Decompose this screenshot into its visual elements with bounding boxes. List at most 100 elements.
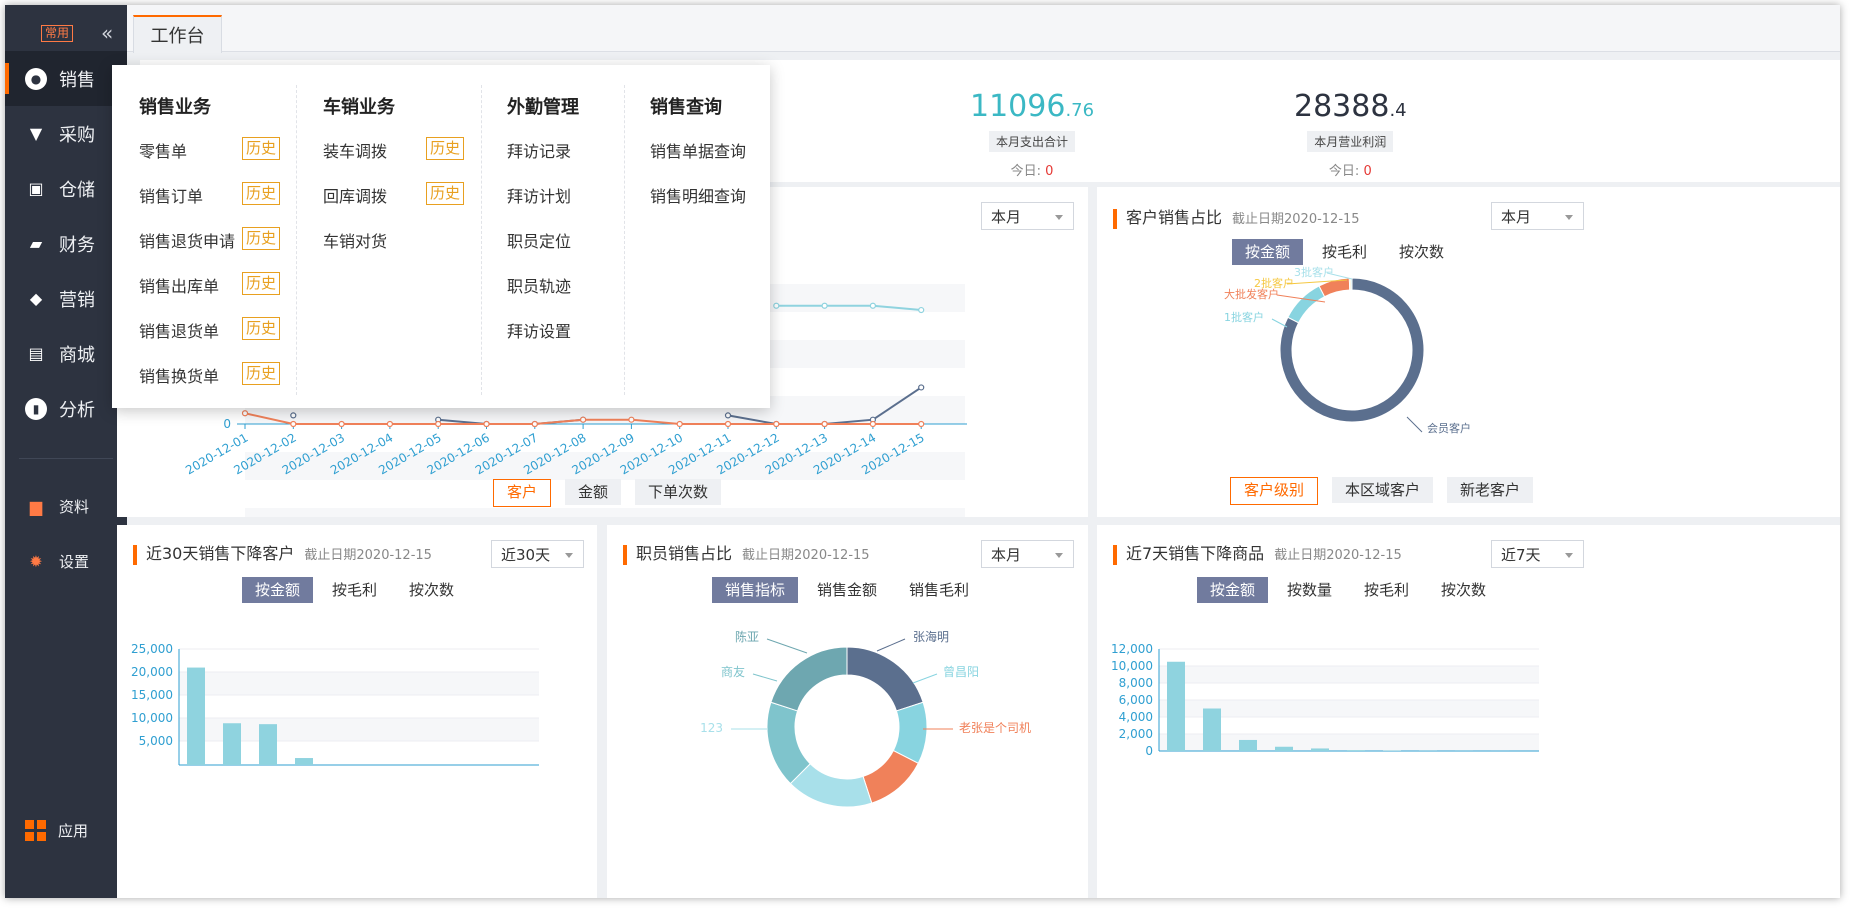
by-amount-button[interactable]: 按金额 <box>242 577 314 603</box>
sidebar-item-label: 仓储 <box>59 179 95 201</box>
history-button[interactable]: 历史 <box>242 227 281 250</box>
bar <box>1347 750 1365 751</box>
sidebar-item-finance[interactable]: ▰ 财务 <box>5 216 127 271</box>
tab-workbench[interactable]: 工作台 <box>133 15 222 53</box>
history-button[interactable]: 历史 <box>426 137 465 160</box>
menu-item-staff-track[interactable]: 职员轨迹 <box>507 273 571 297</box>
y-tick-label: 10,000 <box>1111 659 1153 673</box>
slice-label: 3批客户 <box>1294 265 1334 279</box>
metric-orders-button[interactable]: 下单次数 <box>635 479 722 505</box>
decline-goods-toggle: 按金额 按数量 按毛利 按次数 <box>1197 577 1500 603</box>
sidebar-item-label: 应用 <box>58 822 89 840</box>
menu-item-visit-records[interactable]: 拜访记录 <box>507 138 571 162</box>
menu-item-visit-settings[interactable]: 拜访设置 <box>507 318 571 342</box>
y-tick-label: 12,000 <box>1111 642 1153 656</box>
data-point <box>821 420 828 428</box>
data-point <box>241 410 249 417</box>
y-tick-label: 8,000 <box>1119 676 1153 690</box>
slice-label: 123 <box>700 721 723 735</box>
wallet-icon: ▰ <box>29 234 43 253</box>
sidebar-item-store[interactable]: ▤ 商城 <box>5 326 127 381</box>
menu-item-visit-plan[interactable]: 拜访计划 <box>507 183 571 207</box>
sidebar-item-warehouse[interactable]: ▣ 仓储 <box>5 161 127 216</box>
customer-group-toggle: 客户级别 本区域客户 新老客户 <box>1230 477 1534 505</box>
pie-slice <box>846 646 924 712</box>
data-point <box>290 420 297 428</box>
staff-share-chart: 陈亚 张海明商友 曾昌阳 123 老张是个司机 <box>700 629 1031 808</box>
favorites-tag[interactable]: 常用 <box>41 25 74 42</box>
menu-item-van-reconcile[interactable]: 车销对货 <box>323 228 387 252</box>
sales-icon: ● <box>25 67 47 90</box>
metric-amount-button[interactable]: 金额 <box>565 479 622 505</box>
label-leader <box>752 673 778 682</box>
by-amount-button[interactable]: 按金额 <box>1197 577 1269 603</box>
slice-label: 1批客户 <box>1224 310 1264 324</box>
data-point <box>435 420 442 428</box>
period-select[interactable]: 本月 <box>1491 202 1584 230</box>
decline-customers-toggle: 按金额 按毛利 按次数 <box>242 577 468 603</box>
customer-share-chart: 会员客户1批客户大批发客户2批客户3批客户 <box>1224 265 1471 435</box>
region-customer-button[interactable]: 本区域客户 <box>1332 477 1434 503</box>
declining-goods-card: 近7天销售下降商品 截止日期2020-12-15 近7天 按金额 按数量 按毛利 … <box>1097 525 1840 898</box>
menu-item-loading-transfer[interactable]: 装车调拨 <box>323 138 387 162</box>
pie-slice <box>1350 277 1353 291</box>
period-select[interactable]: 近30天 <box>491 540 584 568</box>
sidebar-item-label: 资料 <box>59 498 90 516</box>
history-button[interactable]: 历史 <box>242 317 281 340</box>
sidebar-item-label: 设置 <box>59 553 90 571</box>
new-old-customer-button[interactable]: 新老客户 <box>1447 477 1534 503</box>
menu-item-return-request[interactable]: 销售退货申请 <box>139 228 235 252</box>
history-button[interactable]: 历史 <box>242 182 281 205</box>
label-leader <box>766 638 808 654</box>
slice-label: 老张是个司机 <box>959 721 1031 735</box>
data-point <box>724 420 732 428</box>
stat-monthly-expense: 11096.76 本月支出合计 今日: 0 <box>970 90 1094 180</box>
by-count-button[interactable]: 按次数 <box>1428 577 1500 603</box>
data-point <box>918 306 925 314</box>
menu-item-detail-query[interactable]: 销售明细查询 <box>650 183 746 207</box>
menu-item-document-query[interactable]: 销售单据查询 <box>650 138 746 162</box>
y-tick-label: 25,000 <box>131 642 173 656</box>
sidebar-item-data[interactable]: ▆ 资料 <box>5 479 127 534</box>
period-select[interactable]: 本月 <box>981 540 1074 568</box>
menu-item-sales-order[interactable]: 销售订单 <box>139 183 203 207</box>
sidebar-item-marketing[interactable]: ◆ 营销 <box>5 271 127 326</box>
by-margin-button[interactable]: 按毛利 <box>1351 577 1423 603</box>
by-margin-button[interactable]: 按毛利 <box>319 577 391 603</box>
sidebar-item-settings[interactable]: ✹ 设置 <box>5 534 127 589</box>
menu-column-sales-query: 销售查询 销售单据查询 销售明细查询 <box>650 65 770 408</box>
data-point <box>628 416 635 423</box>
menu-item-retail-order[interactable]: 零售单 <box>139 138 187 162</box>
slice-label: 会员客户 <box>1427 421 1471 435</box>
metric-customer-button[interactable]: 客户 <box>493 479 552 507</box>
grid-band <box>179 672 539 695</box>
sales-margin-button[interactable]: 销售毛利 <box>896 577 983 603</box>
history-button[interactable]: 历史 <box>426 182 465 205</box>
collapse-icon[interactable]: « <box>101 21 113 45</box>
sidebar-item-analysis[interactable]: ▮ 分析 <box>5 381 127 436</box>
sidebar-item-purchase[interactable]: ▼ 采购 <box>5 106 127 161</box>
menu-item-exchange-order[interactable]: 销售换货单 <box>139 363 219 387</box>
sales-target-button[interactable]: 销售指标 <box>712 577 799 603</box>
menu-column-title: 外勤管理 <box>507 97 579 118</box>
history-button[interactable]: 历史 <box>242 137 281 160</box>
by-quantity-button[interactable]: 按数量 <box>1274 577 1346 603</box>
by-count-button[interactable]: 按次数 <box>396 577 468 603</box>
customer-level-button[interactable]: 客户级别 <box>1230 477 1319 505</box>
y-tick-label: 5,000 <box>139 734 173 748</box>
slice-label: 陈亚 <box>735 629 759 644</box>
data-point <box>338 420 345 428</box>
customer-share-card: 客户销售占比 截止日期2020-12-15 本月 按金额 按毛利 按次数 会员客户… <box>1097 187 1840 517</box>
bar <box>1311 748 1329 751</box>
period-select[interactable]: 近7天 <box>1491 540 1584 568</box>
history-button[interactable]: 历史 <box>242 362 281 385</box>
history-button[interactable]: 历史 <box>242 272 281 295</box>
sales-amount-button[interactable]: 销售金额 <box>804 577 891 603</box>
data-point <box>773 420 780 428</box>
menu-item-outbound-order[interactable]: 销售出库单 <box>139 273 219 297</box>
menu-item-return-order[interactable]: 销售退货单 <box>139 318 219 342</box>
y-tick-label: 6,000 <box>1119 693 1153 707</box>
menu-item-staff-location[interactable]: 职员定位 <box>507 228 571 252</box>
sidebar-item-sales[interactable]: ● 销售 <box>5 51 127 106</box>
menu-item-return-transfer[interactable]: 回库调拨 <box>323 183 387 207</box>
